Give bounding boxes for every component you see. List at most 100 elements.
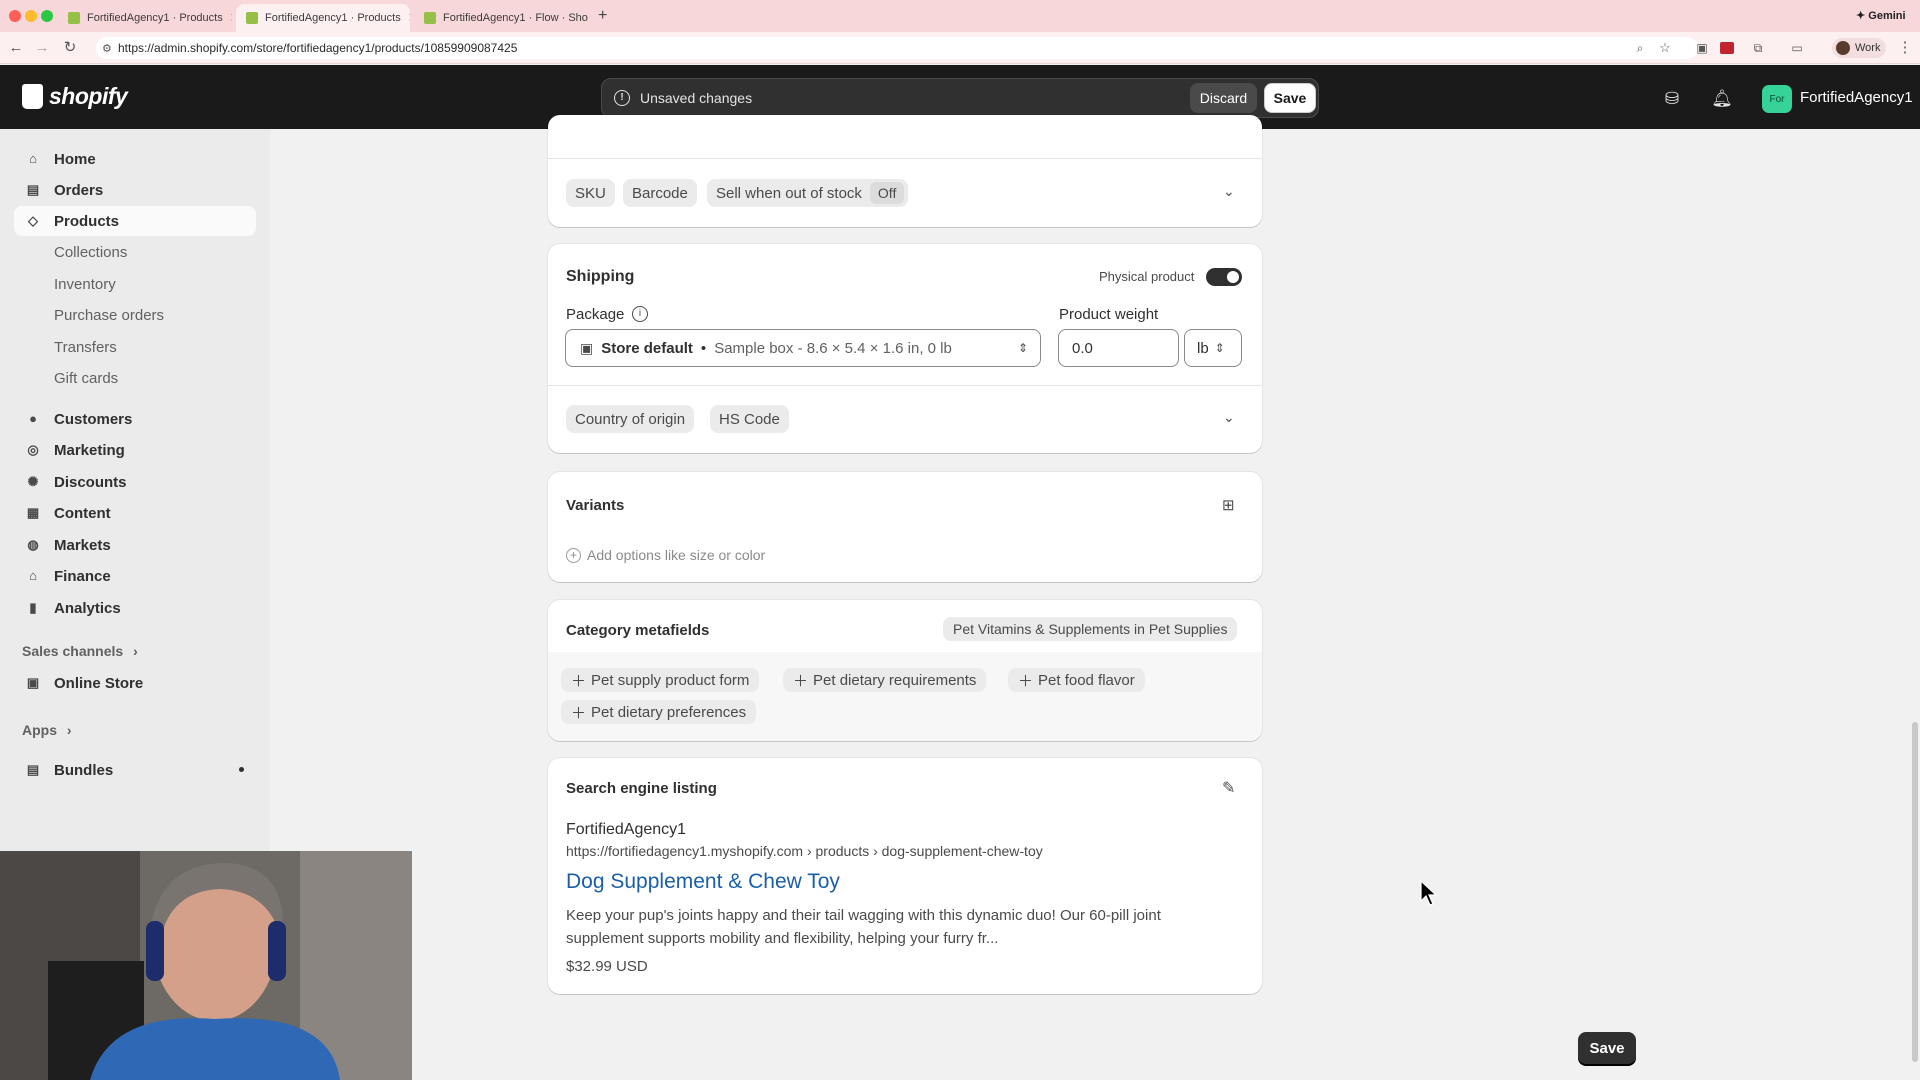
sidebar-item-discounts[interactable]: ✺ Discounts <box>14 467 256 497</box>
sidebar-item-analytics[interactable]: ▮ Analytics <box>14 593 256 623</box>
select-arrows-icon: ⇕ <box>1214 341 1225 355</box>
sidebar-item-label: Marketing <box>54 441 125 459</box>
physical-product-toggle[interactable] <box>1206 268 1242 286</box>
shopify-logo[interactable]: shopify <box>22 83 128 110</box>
grid-options-icon[interactable]: ⊞ <box>1222 496 1235 514</box>
shopify-bag-icon <box>22 84 43 109</box>
seo-title: Search engine listing <box>566 780 717 797</box>
bundles-icon: ▤ <box>26 762 40 777</box>
shipping-title: Shipping <box>566 268 635 285</box>
package-select[interactable]: ▣ Store default • Sample box - 8.6 × 5.4… <box>565 329 1041 367</box>
window-zoom-button[interactable] <box>41 10 53 22</box>
sidebar-subitem-collections[interactable]: Collections <box>54 244 127 261</box>
add-metafield-button[interactable]: ＋ Pet dietary preferences <box>561 700 757 724</box>
sidebar-item-markets[interactable]: ◍ Markets <box>14 530 256 560</box>
divider <box>548 385 1262 386</box>
notifications-bell-icon[interactable]: 🔔︎ <box>1710 87 1734 111</box>
bank-icon: ⌂ <box>29 568 37 583</box>
sku-label: SKU <box>575 184 606 202</box>
sidebar-item-customers[interactable]: ● Customers <box>14 404 256 434</box>
sidebar-subitem-inventory[interactable]: Inventory <box>54 276 116 293</box>
add-metafield-button[interactable]: ＋ Pet food flavor <box>1008 668 1145 692</box>
browser-tab-1[interactable]: FortifiedAgency1 · Products ✕ <box>58 4 232 32</box>
apps-heading[interactable]: Apps › <box>22 722 72 738</box>
sidebar-item-marketing[interactable]: ◎ Marketing <box>14 435 256 465</box>
sidebar-subitem-transfers[interactable]: Transfers <box>54 339 117 356</box>
product-weight-input[interactable]: 0.0 <box>1058 329 1179 367</box>
hs-code-label: HS Code <box>719 410 780 428</box>
gemini-button[interactable]: ✦ Gemini <box>1856 9 1906 22</box>
store-name[interactable]: FortifiedAgency1 <box>1800 89 1913 106</box>
chart-icon: ▮ <box>29 600 37 615</box>
page-scrollbar[interactable] <box>1912 722 1918 1062</box>
add-options-link[interactable]: + Add options like size or color <box>566 547 765 563</box>
browser-tab-2[interactable]: FortifiedAgency1 · Products ✕ <box>236 4 410 32</box>
target-icon: ◎ <box>27 442 39 457</box>
sidebar-item-online-store[interactable]: ▣ Online Store <box>14 668 256 698</box>
tab-close-icon[interactable]: ✕ <box>408 10 410 26</box>
reload-icon[interactable]: ↻ <box>60 38 80 58</box>
chevron-down-icon[interactable]: ⌄ <box>1223 409 1235 426</box>
tab-close-icon[interactable]: ✕ <box>230 10 232 26</box>
sidebar-item-bundles[interactable]: ▤ Bundles <box>14 755 256 785</box>
country-label: Country of origin <box>575 410 686 428</box>
alert-circle-icon: ! <box>614 90 630 106</box>
divider <box>548 158 1262 159</box>
chevron-down-icon[interactable]: ⌄ <box>1223 183 1235 200</box>
weight-unit: lb <box>1197 339 1209 357</box>
add-options-label: Add options like size or color <box>587 547 766 563</box>
bottom-save-button[interactable]: Save <box>1578 1032 1636 1064</box>
add-metafield-button[interactable]: ＋ Pet supply product form <box>561 668 760 692</box>
sidebar-item-label: Online Store <box>54 674 144 692</box>
sidebar-subitem-purchase-orders[interactable]: Purchase orders <box>54 307 164 324</box>
sidebar-item-orders[interactable]: ▤ Orders <box>14 175 256 205</box>
info-icon[interactable]: i <box>632 306 648 322</box>
sidebar-item-finance[interactable]: ⌂ Finance <box>14 561 256 591</box>
tag-icon: ◇ <box>28 213 38 228</box>
barcode-chip[interactable]: Barcode <box>623 179 697 207</box>
category-badge: Pet Vitamins & Supplements in Pet Suppli… <box>943 617 1238 641</box>
country-of-origin-chip[interactable]: Country of origin <box>566 405 695 433</box>
back-arrow-icon[interactable]: ← <box>6 38 26 58</box>
sidekick-icon[interactable]: ⛁ <box>1660 87 1684 111</box>
hs-code-chip[interactable]: HS Code <box>710 405 789 433</box>
sidebar-toggle-icon[interactable]: ▭ <box>1787 38 1807 58</box>
profile-button[interactable]: Work <box>1832 38 1886 58</box>
extension-icon[interactable] <box>1720 42 1734 54</box>
sidebar-item-label: Bundles <box>54 761 114 779</box>
sell-out-of-stock-chip[interactable]: Sell when out of stock Off <box>707 179 909 207</box>
seo-description: Keep your pup's joints happy and their t… <box>566 907 1161 947</box>
edit-pencil-icon[interactable]: ✎ <box>1222 778 1235 798</box>
forward-arrow-icon[interactable]: → <box>32 38 52 58</box>
sku-chip[interactable]: SKU <box>566 179 615 207</box>
add-metafield-button[interactable]: ＋ Pet dietary requirements <box>783 668 987 692</box>
tab-title: FortifiedAgency1 · Products <box>87 12 223 24</box>
webcam-video <box>0 851 412 1080</box>
window-minimize-button[interactable] <box>25 10 37 22</box>
sidebar-item-home[interactable]: ⌂ Home <box>14 144 256 174</box>
screenshot-icon[interactable]: ▣ <box>1692 38 1712 58</box>
discard-button[interactable]: Discard <box>1190 83 1257 113</box>
sidebar-subitem-gift-cards[interactable]: Gift cards <box>54 370 118 387</box>
sidebar-item-products[interactable]: ◇ Products <box>14 206 256 236</box>
sidebar-item-content[interactable]: ▦ Content <box>14 498 256 528</box>
site-info-icon[interactable]: ⚙ <box>102 42 112 55</box>
weight-unit-select[interactable]: lb ⇕ <box>1184 329 1242 367</box>
save-button[interactable]: Save <box>1264 83 1316 113</box>
window-close-button[interactable] <box>9 10 21 22</box>
address-bar-input[interactable]: https://admin.shopify.com/store/fortifie… <box>96 37 1698 59</box>
sidebar-item-label: Products <box>54 212 120 230</box>
tab-title: FortifiedAgency1 · Products <box>265 12 401 24</box>
orders-icon: ▤ <box>26 182 40 197</box>
new-tab-icon[interactable]: + <box>598 7 607 25</box>
browser-menu-icon[interactable]: ⋮ <box>1895 38 1915 58</box>
sales-channels-heading[interactable]: Sales channels › <box>22 643 138 659</box>
logo-text: shopify <box>49 83 128 109</box>
zoom-icon[interactable]: ⌕ <box>1630 38 1650 58</box>
store-avatar[interactable]: For <box>1762 85 1792 113</box>
sell-out-of-stock-label: Sell when out of stock <box>716 184 862 202</box>
metafield-label: Pet dietary requirements <box>813 671 977 689</box>
browser-tab-3[interactable]: FortifiedAgency1 · Flow · Sho ✕ <box>414 4 588 32</box>
bookmark-star-icon[interactable]: ☆ <box>1655 38 1675 58</box>
extensions-puzzle-icon[interactable]: ⧉ <box>1748 38 1768 58</box>
